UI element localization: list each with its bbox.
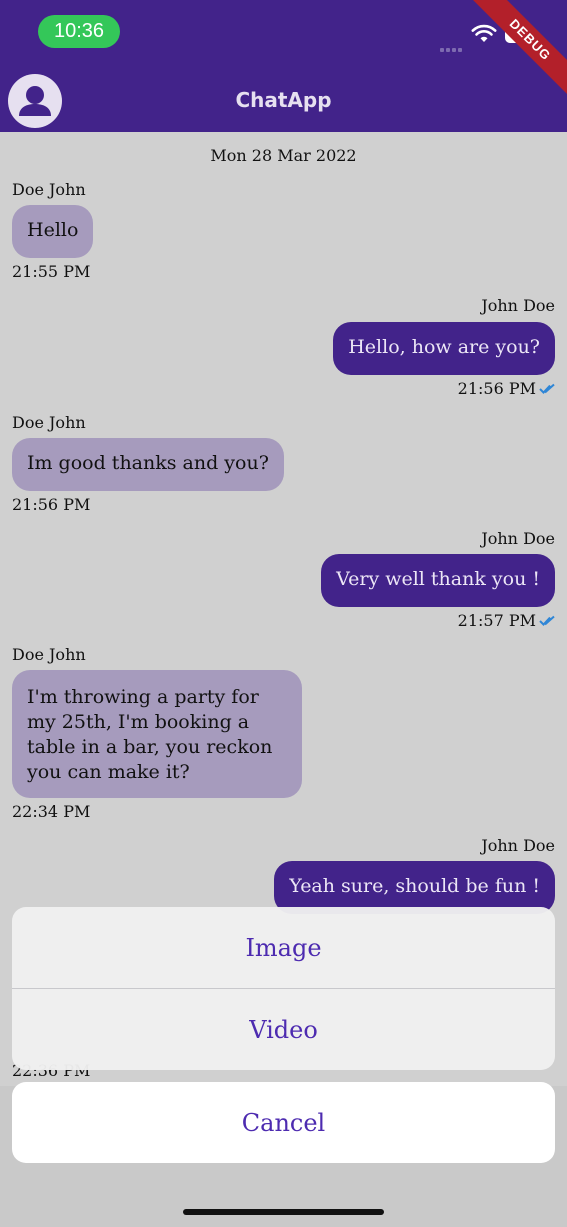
home-indicator[interactable] xyxy=(183,1209,384,1215)
action-sheet: Image Video xyxy=(12,907,555,1070)
date-header: Mon 28 Mar 2022 xyxy=(210,146,357,165)
message-bubble-incoming[interactable]: Hello xyxy=(12,205,94,258)
message-time: 22:34 PM xyxy=(12,802,91,821)
message-bubble-incoming[interactable]: Im good thanks and you? xyxy=(12,438,284,491)
double-check-icon xyxy=(539,615,555,626)
cancel-button[interactable]: Cancel xyxy=(12,1082,555,1163)
wifi-icon xyxy=(471,24,497,42)
message-time: 21:57 PM xyxy=(458,611,555,630)
message-time: 21:56 PM xyxy=(458,379,555,398)
app-bar: 10:36 DEBUG ChatApp xyxy=(0,0,567,132)
sender-name: Doe John xyxy=(12,413,86,432)
debug-banner: DEBUG xyxy=(468,0,567,102)
message-bubble-outgoing[interactable]: Very well thank you ! xyxy=(321,554,555,607)
page-title: ChatApp xyxy=(235,88,332,112)
image-option-button[interactable]: Image xyxy=(12,907,555,988)
double-check-icon xyxy=(539,383,555,394)
sender-name: Doe John xyxy=(12,645,86,664)
message-bubble-outgoing[interactable]: Hello, how are you? xyxy=(333,322,555,375)
sender-name: John Doe xyxy=(481,529,555,548)
sender-name: John Doe xyxy=(481,296,555,315)
sender-name: Doe John xyxy=(12,180,86,199)
message-time: 21:56 PM xyxy=(12,495,91,514)
sender-name: John Doe xyxy=(481,836,555,855)
message-time: 21:55 PM xyxy=(12,262,91,281)
video-option-button[interactable]: Video xyxy=(12,989,555,1070)
message-bubble-incoming[interactable]: I'm throwing a party for my 25th, I'm bo… xyxy=(12,670,302,798)
cellular-signal-icon xyxy=(440,37,466,52)
status-time: 10:36 xyxy=(38,15,120,48)
